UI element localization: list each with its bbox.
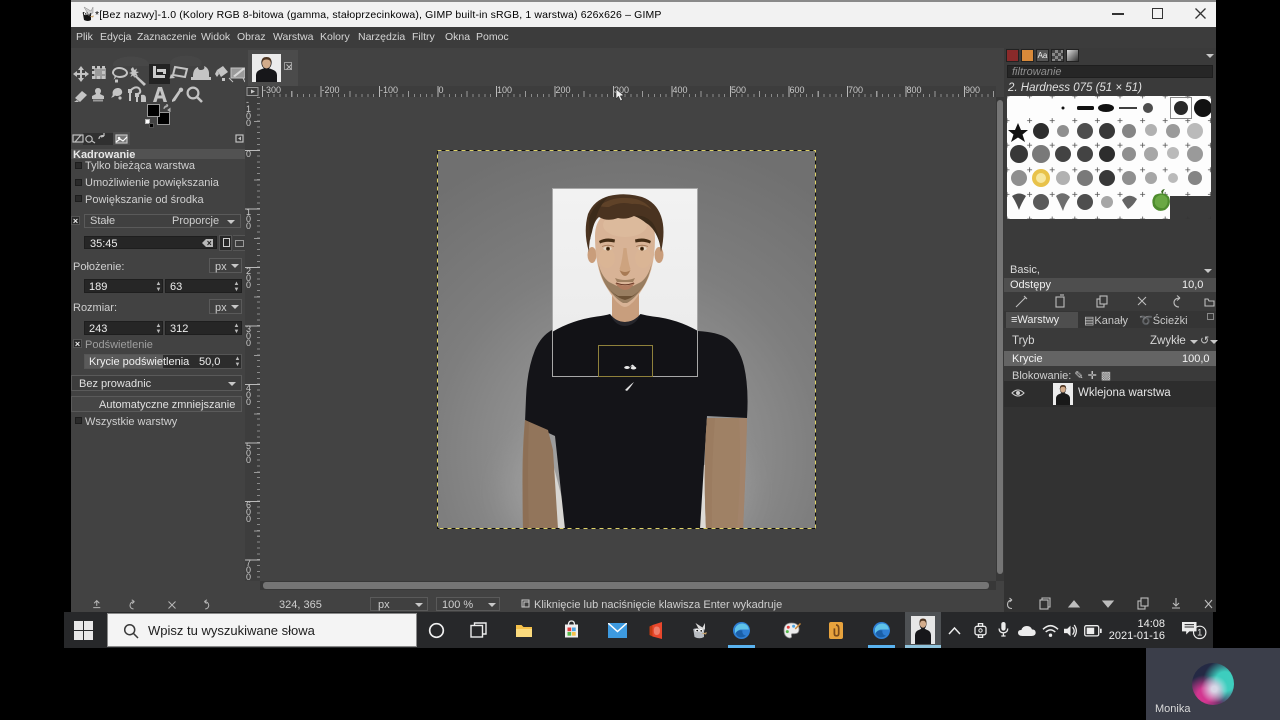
svg-text:1: 1 xyxy=(1197,627,1202,638)
